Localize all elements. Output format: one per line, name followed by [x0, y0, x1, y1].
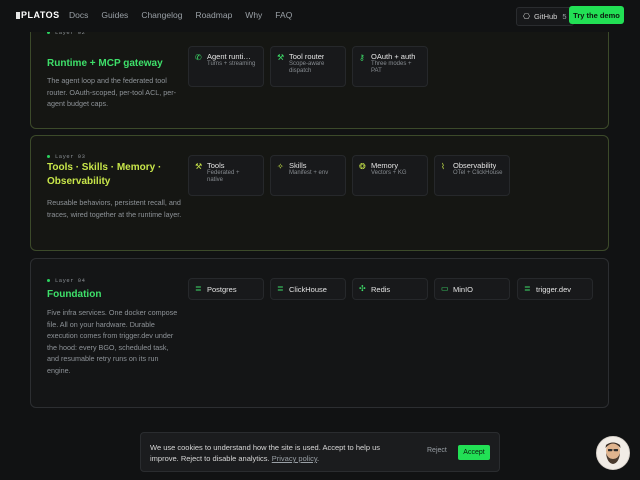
layer-tag-label: Layer 03 [55, 153, 86, 160]
chip-name: Tools [207, 161, 225, 170]
status-dot-icon [47, 279, 50, 282]
chip-name: Memory [371, 161, 399, 170]
layer-description: Five infra services. One docker compose … [47, 308, 178, 375]
github-star-count: 5 [562, 12, 567, 21]
chip-memory[interactable]: ❂ Memory Vectors + KG [352, 155, 428, 196]
layer-title: Foundation [47, 289, 102, 300]
redis-icon: ✣ [359, 284, 366, 293]
chip-subtitle: OTel + ClickHouse [453, 170, 503, 176]
chip-name: OAuth + auth [371, 52, 416, 61]
database-icon: ≣ [277, 284, 284, 293]
layer-description: Reusable behaviors, persistent recall, a… [47, 198, 182, 219]
chip-name: Postgres [207, 285, 237, 294]
nav-link-faq[interactable]: FAQ [275, 10, 292, 20]
chip-tools[interactable]: ⚒ Tools Federated + native [188, 155, 264, 196]
chip-name: Skills [289, 161, 307, 170]
accept-button[interactable]: Accept [458, 445, 490, 460]
support-avatar-icon[interactable] [596, 436, 630, 470]
chip-subtitle: Manifest + env [289, 170, 329, 176]
chip-postgres[interactable]: ≣ Postgres [188, 278, 264, 300]
layer-card-foundation: Layer 04 Foundation Five infra services.… [30, 258, 609, 408]
privacy-policy-link[interactable]: Privacy policy [272, 454, 317, 463]
activity-icon: ⌇ [441, 162, 445, 171]
cookie-banner: We use cookies to understand how the sit… [140, 432, 500, 472]
chip-tool-router[interactable]: ⚒ Tool router Scope-aware dispatch [270, 46, 346, 87]
chip-agent-runtime[interactable]: ✆ Agent runti… Turns + streaming [188, 46, 264, 87]
wrench-icon: ⚒ [195, 162, 203, 171]
storage-icon: ▭ [441, 284, 449, 293]
key-icon: ⚷ [359, 53, 365, 62]
nav-link-guides[interactable]: Guides [101, 10, 128, 20]
chip-name: Observability [453, 161, 497, 170]
status-dot-icon [47, 155, 50, 158]
chip-trigger-dev[interactable]: ≣ trigger.dev [517, 278, 593, 300]
reject-button[interactable]: Reject [427, 447, 447, 454]
layer-title: Runtime + MCP gateway [47, 58, 163, 69]
layer-card-runtime: Layer 02 Runtime + MCP gateway The agent… [30, 18, 609, 129]
chip-name: Tool router [289, 52, 325, 61]
layer-description: The agent loop and the federated tool ro… [47, 76, 177, 108]
github-label: GitHub [533, 12, 558, 21]
cookie-message: We use cookies to understand how the sit… [150, 443, 380, 463]
chip-subtitle: Federated + native [207, 170, 240, 183]
chip-observability[interactable]: ⌇ Observability OTel + ClickHouse [434, 155, 510, 196]
chip-clickhouse[interactable]: ≣ ClickHouse [270, 278, 346, 300]
nav-link-why[interactable]: Why [245, 10, 262, 20]
nav-link-docs[interactable]: Docs [69, 10, 88, 20]
database-icon: ≣ [195, 284, 202, 293]
chip-name: Agent runti… [207, 52, 251, 61]
chip-skills[interactable]: ✧ Skills Manifest + env [270, 155, 346, 196]
chip-redis[interactable]: ✣ Redis [352, 278, 428, 300]
cookie-text: We use cookies to understand how the sit… [150, 443, 380, 463]
sparkle-icon: ✧ [277, 162, 284, 171]
layer-tag: Layer 04 [47, 277, 85, 284]
github-icon: ⎔ [523, 12, 530, 21]
layer-tag-label: Layer 04 [55, 277, 86, 284]
chip-name: ClickHouse [289, 285, 327, 294]
layer-tag: Layer 03 [47, 153, 85, 160]
wrench-icon: ⚒ [277, 53, 285, 62]
nav-links: Docs Guides Changelog Roadmap Why FAQ [69, 10, 305, 20]
try-demo-button[interactable]: Try the demo [569, 6, 624, 24]
logo[interactable]: PLATOS [16, 10, 60, 20]
layer-title: Tools · Skills · Memory · Observability [47, 162, 162, 187]
avatar-face-icon [597, 437, 629, 469]
chip-name: MinIO [453, 285, 474, 294]
logo-mark-icon [16, 11, 20, 19]
logo-text: PLATOS [21, 10, 60, 20]
chip-minio[interactable]: ▭ MinIO [434, 278, 510, 300]
brain-icon: ❂ [359, 162, 366, 171]
layer-card-capabilities: Layer 03 Tools · Skills · Memory · Obser… [30, 135, 609, 251]
chip-subtitle: Three modes + PAT [371, 61, 412, 74]
top-nav: PLATOS Docs Guides Changelog Roadmap Why… [0, 0, 640, 32]
nav-link-changelog[interactable]: Changelog [141, 10, 182, 20]
chip-subtitle: Turns + streaming [207, 61, 256, 67]
nav-link-roadmap[interactable]: Roadmap [195, 10, 232, 20]
github-button[interactable]: ⎔ GitHub 5 [516, 7, 574, 26]
phone-icon: ✆ [195, 53, 202, 62]
database-icon: ≣ [524, 284, 531, 293]
chip-oauth[interactable]: ⚷ OAuth + auth Three modes + PAT [352, 46, 428, 87]
chip-name: Redis [371, 285, 391, 294]
chip-subtitle: Vectors + KG [371, 170, 407, 176]
chip-name: trigger.dev [536, 285, 572, 294]
chip-subtitle: Scope-aware dispatch [289, 61, 325, 74]
